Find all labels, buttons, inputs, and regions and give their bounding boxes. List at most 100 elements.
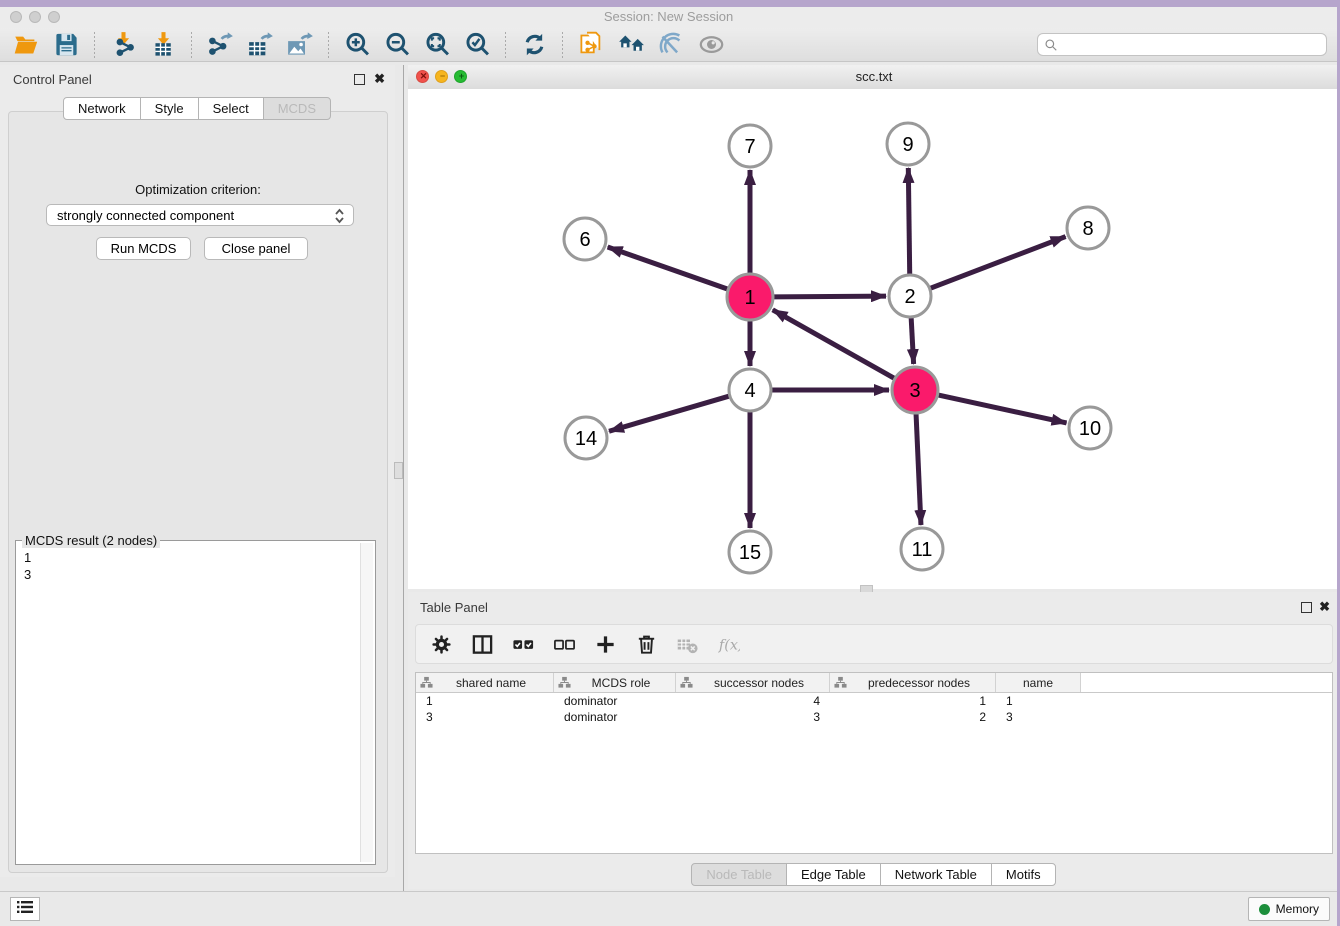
- vertical-splitter[interactable]: [403, 65, 404, 891]
- edge-3-10[interactable]: [938, 395, 1066, 423]
- graph-node-8[interactable]: 8: [1067, 207, 1109, 249]
- graph-node-3[interactable]: 3: [892, 367, 938, 413]
- graph-node-9[interactable]: 9: [887, 123, 929, 165]
- network-window-titlebar: ✕ − + scc.txt: [408, 65, 1340, 90]
- graph-node-4[interactable]: 4: [729, 369, 771, 411]
- hide-neighbors-icon[interactable]: [654, 30, 688, 60]
- titlebar: Session: New Session: [0, 7, 1337, 28]
- edge-1-2[interactable]: [774, 296, 886, 297]
- deselect-all-icon[interactable]: [551, 631, 577, 657]
- svg-text:2: 2: [904, 286, 915, 308]
- edge-3-1[interactable]: [773, 310, 894, 378]
- svg-text:f(x): f(x): [717, 637, 739, 653]
- tab-mcds[interactable]: MCDS: [263, 97, 331, 120]
- import-table-icon[interactable]: [146, 30, 180, 60]
- session-title: Session: New Session: [0, 9, 1337, 24]
- show-eye-icon[interactable]: [694, 30, 728, 60]
- tab-network-table[interactable]: Network Table: [880, 863, 992, 886]
- cell-name: 1: [996, 694, 1081, 708]
- gear-icon[interactable]: [428, 631, 454, 657]
- close-table-panel-icon[interactable]: ✖: [1319, 601, 1330, 612]
- list-icon: [16, 899, 34, 920]
- toolbar-separator: [191, 32, 192, 58]
- zoom-selected-icon[interactable]: [460, 30, 494, 60]
- tab-motifs[interactable]: Motifs: [991, 863, 1056, 886]
- home-icon[interactable]: [614, 30, 648, 60]
- search-input[interactable]: [1058, 35, 1326, 55]
- tab-style[interactable]: Style: [140, 97, 199, 120]
- export-network-icon[interactable]: [203, 30, 237, 60]
- graph-node-10[interactable]: 10: [1069, 407, 1111, 449]
- delete-row-icon[interactable]: [633, 631, 659, 657]
- close-panel-button[interactable]: Close panel: [204, 237, 308, 260]
- edge-1-6[interactable]: [608, 247, 728, 289]
- memory-button[interactable]: Memory: [1248, 897, 1330, 921]
- toolbar-separator: [94, 32, 95, 58]
- tab-network[interactable]: Network: [63, 97, 141, 120]
- zoom-in-icon[interactable]: [340, 30, 374, 60]
- edge-2-9[interactable]: [908, 168, 909, 274]
- svg-text:6: 6: [579, 229, 590, 251]
- status-bar: Memory: [0, 891, 1337, 926]
- graph-node-2[interactable]: 2: [889, 275, 931, 317]
- table-toolbar: f(x): [415, 624, 1333, 664]
- svg-text:15: 15: [739, 542, 761, 564]
- graph-node-11[interactable]: 11: [901, 528, 943, 570]
- tab-edge-table[interactable]: Edge Table: [786, 863, 881, 886]
- search-icon: [1044, 38, 1058, 52]
- edge-2-8[interactable]: [931, 237, 1066, 289]
- table-row[interactable]: 1dominator411: [416, 693, 1332, 709]
- chevron-up-down-icon: [334, 207, 345, 228]
- column-header-predecessor-nodes[interactable]: predecessor nodes: [830, 673, 996, 692]
- zoom-fit-icon[interactable]: [420, 30, 454, 60]
- open-folder-icon[interactable]: [9, 30, 43, 60]
- svg-text:1: 1: [744, 287, 755, 309]
- task-history-button[interactable]: [10, 897, 40, 921]
- svg-text:4: 4: [744, 380, 755, 402]
- edge-2-3[interactable]: [911, 318, 913, 364]
- edge-4-14[interactable]: [609, 396, 729, 431]
- graph-node-6[interactable]: 6: [564, 218, 606, 260]
- import-network-icon[interactable]: [106, 30, 140, 60]
- float-table-panel-icon[interactable]: [1301, 602, 1312, 613]
- column-header-shared-name[interactable]: shared name: [416, 673, 554, 692]
- close-panel-icon[interactable]: ✖: [374, 73, 385, 84]
- svg-text:10: 10: [1079, 418, 1101, 440]
- result-scrollbar[interactable]: [360, 543, 373, 862]
- table-panel-title: Table Panel: [420, 600, 488, 615]
- tab-node-table[interactable]: Node Table: [691, 863, 787, 886]
- add-row-icon[interactable]: [592, 631, 618, 657]
- cell-mcds-role: dominator: [554, 710, 676, 724]
- run-mcds-button[interactable]: Run MCDS: [96, 237, 191, 260]
- criterion-value: strongly connected component: [57, 208, 234, 223]
- export-table-icon[interactable]: [243, 30, 277, 60]
- table-header-row: shared nameMCDS rolesuccessor nodesprede…: [416, 673, 1332, 693]
- mcds-panel: Optimization criterion: strongly connect…: [8, 111, 388, 873]
- edge-3-11[interactable]: [916, 414, 921, 525]
- column-header-name[interactable]: name: [996, 673, 1081, 692]
- toolbar-separator: [328, 32, 329, 58]
- column-header-successor-nodes[interactable]: successor nodes: [676, 673, 830, 692]
- graph-node-15[interactable]: 15: [729, 531, 771, 573]
- network-canvas[interactable]: 7 9 6 8 1 2 4 3 14 10 15 11: [408, 89, 1340, 589]
- graph-node-14[interactable]: 14: [565, 417, 607, 459]
- splitter-handle[interactable]: [394, 462, 403, 479]
- tab-select[interactable]: Select: [198, 97, 264, 120]
- graph-node-1[interactable]: 1: [727, 274, 773, 320]
- graph-node-7[interactable]: 7: [729, 125, 771, 167]
- duplicate-network-icon[interactable]: [574, 30, 608, 60]
- export-image-icon[interactable]: [283, 30, 317, 60]
- column-header-mcds-role[interactable]: MCDS role: [554, 673, 676, 692]
- float-panel-icon[interactable]: [354, 74, 365, 85]
- control-panel-header: Control Panel ✖: [0, 65, 395, 93]
- toolbar-separator: [505, 32, 506, 58]
- table-row[interactable]: 3dominator323: [416, 709, 1332, 725]
- zoom-out-icon[interactable]: [380, 30, 414, 60]
- refresh-layout-icon[interactable]: [517, 30, 551, 60]
- node-table: shared nameMCDS rolesuccessor nodesprede…: [415, 672, 1333, 854]
- select-all-icon[interactable]: [510, 631, 536, 657]
- save-icon[interactable]: [49, 30, 83, 60]
- criterion-dropdown[interactable]: strongly connected component: [46, 204, 354, 226]
- svg-text:11: 11: [912, 539, 933, 561]
- columns-icon[interactable]: [469, 631, 495, 657]
